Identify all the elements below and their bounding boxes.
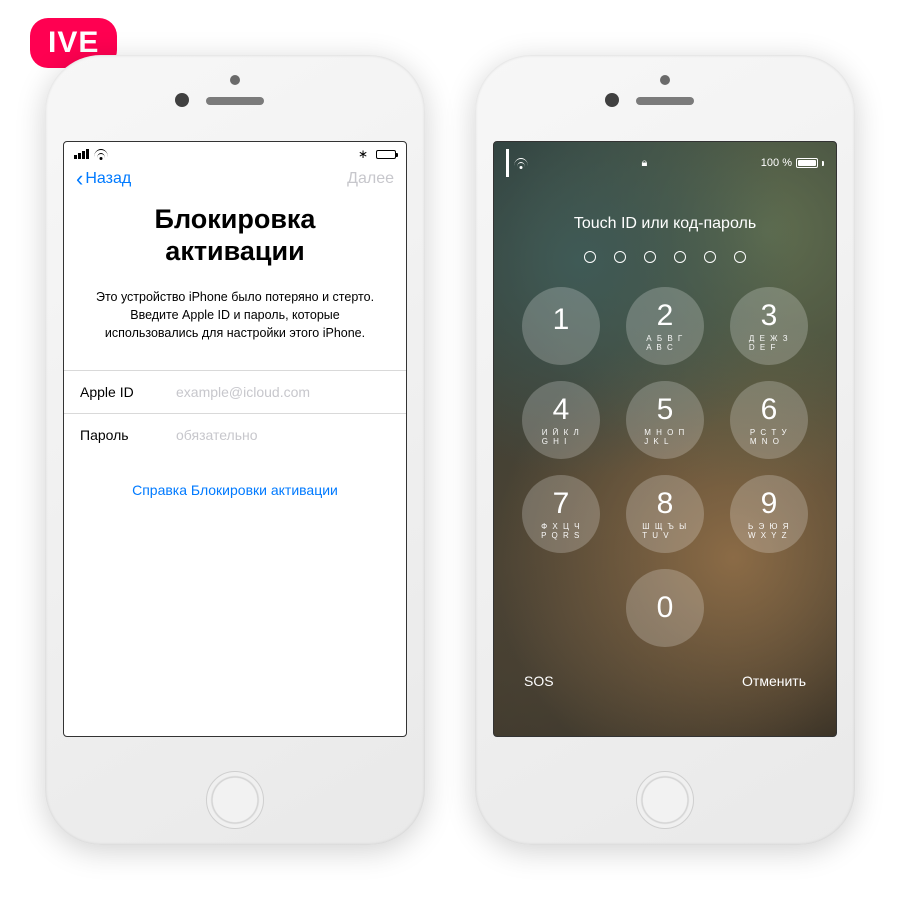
keypad-5[interactable]: 5 М Н О ПJ K L xyxy=(626,381,704,459)
keypad-1[interactable]: 1 xyxy=(522,287,600,365)
keypad-digit: 1 xyxy=(553,305,570,335)
keypad-digit: 9 xyxy=(761,489,778,519)
keypad-sub: Ф Х Ц ЧP Q R S xyxy=(541,522,581,540)
back-button[interactable]: ‹ Назад xyxy=(76,170,131,188)
activation-lock-screen: ∗ ‹ Назад Далее Блокировка активации Это… xyxy=(63,141,407,737)
wifi-icon xyxy=(94,149,108,159)
keypad-sub: Р С Т УM N O xyxy=(750,428,788,446)
password-label: Пароль xyxy=(80,427,158,443)
bottom-bar: SOS Отменить xyxy=(494,647,836,689)
sensor-dot xyxy=(230,75,240,85)
cancel-button[interactable]: Отменить xyxy=(742,673,806,689)
keypad-digit: 4 xyxy=(553,395,570,425)
home-button[interactable] xyxy=(206,771,264,829)
keypad-3[interactable]: 3 Д Е Ж ЗD E F xyxy=(730,287,808,365)
sensor-dot xyxy=(660,75,670,85)
keypad-7[interactable]: 7 Ф Х Ц ЧP Q R S xyxy=(522,475,600,553)
keypad-9[interactable]: 9 Ь Э Ю ЯW X Y Z xyxy=(730,475,808,553)
keypad-digit: 8 xyxy=(657,489,674,519)
passcode-dots xyxy=(494,251,836,263)
back-label: Назад xyxy=(85,170,131,188)
bluetooth-icon: ∗ xyxy=(358,147,368,161)
keypad-sub: Ь Э Ю ЯW X Y Z xyxy=(748,522,790,540)
keypad-sub: М Н О ПJ K L xyxy=(644,428,686,446)
password-field[interactable]: Пароль обязательно xyxy=(64,413,406,456)
keypad-8[interactable]: 8 Ш Щ Ъ ЫT U V xyxy=(626,475,704,553)
next-button-disabled: Далее xyxy=(347,170,394,188)
apple-id-label: Apple ID xyxy=(80,384,158,400)
apple-id-field[interactable]: Apple ID example@icloud.com xyxy=(64,370,406,413)
description-text: Это устройство iPhone было потеряно и ст… xyxy=(64,288,406,370)
keypad-sub: А Б В ГA B C xyxy=(646,334,683,352)
battery-icon xyxy=(796,158,818,168)
keypad: 1 2 А Б В ГA B C 3 Д Е Ж ЗD E F 4 И Й К ЛG H … xyxy=(494,287,836,647)
activation-lock-help-link[interactable]: Справка Блокировки активации xyxy=(64,456,406,524)
status-bar: ∗ xyxy=(64,142,406,164)
keypad-digit: 3 xyxy=(761,301,778,331)
sos-button[interactable]: SOS xyxy=(524,673,554,689)
keypad-sub xyxy=(559,338,563,347)
keypad-digit: 0 xyxy=(657,593,674,623)
signal-icon xyxy=(74,149,89,159)
status-bar: 🔒︎ 100 % xyxy=(494,142,836,181)
keypad-4[interactable]: 4 И Й К ЛG H I xyxy=(522,381,600,459)
nav-bar: ‹ Назад Далее xyxy=(64,164,406,198)
phone-left: ∗ ‹ Назад Далее Блокировка активации Это… xyxy=(45,55,425,845)
keypad-digit: 7 xyxy=(553,489,570,519)
password-placeholder: обязательно xyxy=(176,427,258,443)
keypad-sub: Ш Щ Ъ ЫT U V xyxy=(642,522,687,540)
battery-icon xyxy=(376,150,396,159)
home-button[interactable] xyxy=(636,771,694,829)
page-title: Блокировка активации xyxy=(64,198,406,288)
passcode-screen: 🔒︎ 100 % Touch ID или код-пароль 1 2 А Б … xyxy=(493,141,837,737)
keypad-0[interactable]: 0 xyxy=(626,569,704,647)
speaker xyxy=(206,97,264,105)
phone-right: 🔒︎ 100 % Touch ID или код-пароль 1 2 А Б … xyxy=(475,55,855,845)
wifi-icon xyxy=(514,158,528,168)
keypad-digit: 2 xyxy=(657,301,674,331)
front-camera xyxy=(605,93,619,107)
lock-icon: 🔒︎ xyxy=(641,157,647,170)
keypad-digit: 5 xyxy=(657,395,674,425)
keypad-sub: Д Е Ж ЗD E F xyxy=(749,334,789,352)
speaker xyxy=(636,97,694,105)
passcode-title: Touch ID или код-пароль xyxy=(494,215,836,233)
keypad-6[interactable]: 6 Р С Т УM N O xyxy=(730,381,808,459)
battery-text: 100 % xyxy=(761,157,792,169)
signal-icon xyxy=(506,149,509,177)
front-camera xyxy=(175,93,189,107)
keypad-sub: И Й К ЛG H I xyxy=(542,428,581,446)
battery-status: 100 % xyxy=(761,157,824,169)
keypad-2[interactable]: 2 А Б В ГA B C xyxy=(626,287,704,365)
keypad-digit: 6 xyxy=(761,395,778,425)
apple-id-placeholder: example@icloud.com xyxy=(176,384,310,400)
